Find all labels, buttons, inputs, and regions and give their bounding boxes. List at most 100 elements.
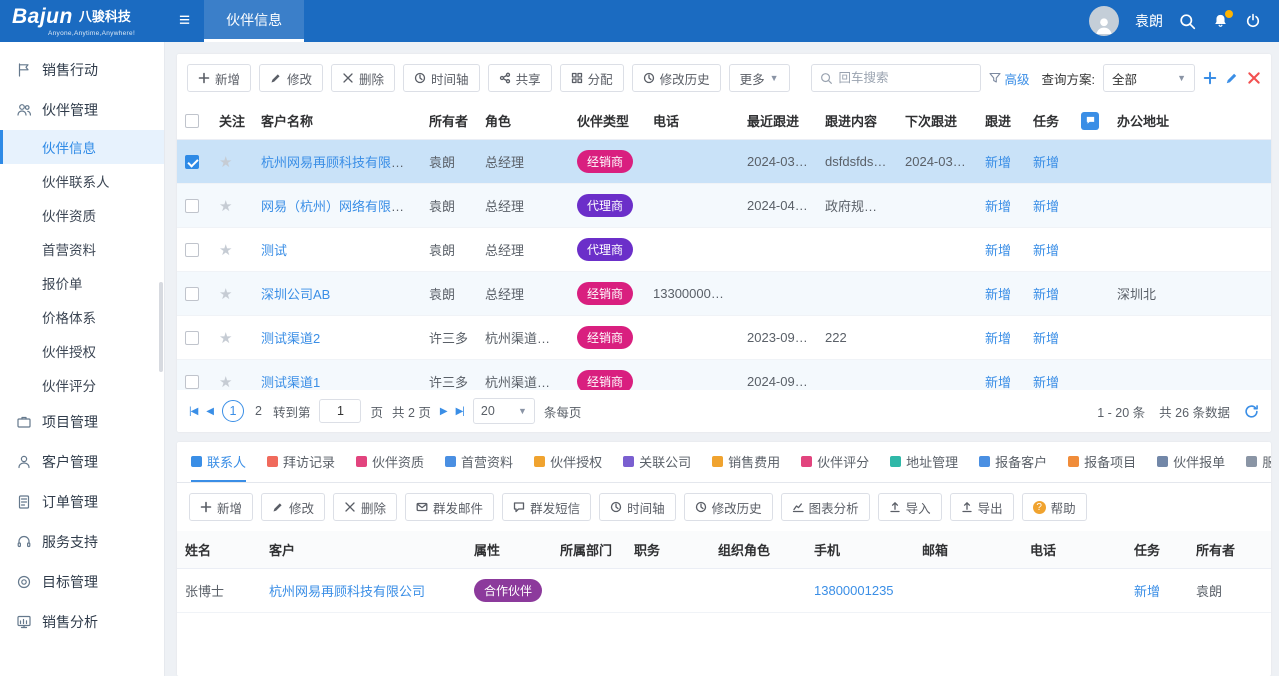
detail-tab-reported-projects[interactable]: 报备项目 (1068, 452, 1136, 482)
row-checkbox[interactable] (185, 375, 199, 389)
table-row[interactable]: ★ 网易（杭州）网络有限公司 袁朗 总经理 代理商 2024-04-19 政府规… (177, 184, 1271, 228)
sidebar-item-order-management[interactable]: 订单管理 (0, 482, 164, 522)
search-icon[interactable] (1179, 13, 1196, 30)
share-button[interactable]: 共享 (488, 64, 552, 92)
timeline-button[interactable]: 时间轴 (599, 493, 676, 521)
notifications-bell-icon[interactable] (1212, 13, 1229, 30)
sidebar-item-service-support[interactable]: 服务支持 (0, 522, 164, 562)
task-add-link[interactable]: 新增 (1033, 155, 1059, 170)
task-add-link[interactable]: 新增 (1033, 287, 1059, 302)
star-icon[interactable]: ★ (219, 374, 232, 391)
sidebar-item-sales-actions[interactable]: 销售行动 (0, 50, 164, 90)
star-icon[interactable]: ★ (219, 154, 232, 171)
row-checkbox[interactable] (185, 287, 199, 301)
page-number-current[interactable]: 1 (222, 400, 244, 422)
sidebar-item-goal-management[interactable]: 目标管理 (0, 562, 164, 602)
table-row[interactable]: ★ 深圳公司AB 袁朗 总经理 经销商 13300000002 新增 新增 (177, 272, 1271, 316)
follow-add-link[interactable]: 新增 (985, 331, 1011, 346)
follow-add-link[interactable]: 新增 (985, 155, 1011, 170)
detail-tab-contacts[interactable]: 联系人 (191, 452, 246, 482)
table-row[interactable]: 张博士 杭州网易再顾科技有限公司 合作伙伴 13800001235 新增 袁朗 (177, 569, 1271, 613)
task-add-link[interactable]: 新增 (1033, 331, 1059, 346)
menu-toggle-icon[interactable]: ≡ (165, 0, 204, 42)
sidebar-item-partner-info[interactable]: 伙伴信息 (0, 130, 164, 164)
task-add-link[interactable]: 新增 (1134, 584, 1160, 599)
star-icon[interactable]: ★ (219, 198, 232, 215)
sidebar-item-partner-contacts[interactable]: 伙伴联系人 (0, 164, 164, 198)
sidebar-item-partner-management[interactable]: 伙伴管理 (0, 90, 164, 130)
follow-add-link[interactable]: 新增 (985, 243, 1011, 258)
row-checkbox[interactable] (185, 331, 199, 345)
sidebar-item-first-run-docs[interactable]: 首营资料 (0, 232, 164, 266)
sidebar-item-partner-authorization[interactable]: 伙伴授权 (0, 334, 164, 368)
add-button[interactable]: 新增 (187, 64, 251, 92)
sidebar-item-price-system[interactable]: 价格体系 (0, 300, 164, 334)
page-number[interactable]: 2 (253, 404, 264, 418)
customer-name-link[interactable]: 深圳公司AB (261, 287, 330, 302)
delete-button[interactable]: 删除 (333, 493, 397, 521)
mobile-link[interactable]: 13800001235 (814, 583, 894, 598)
sidebar-item-partner-qualification[interactable]: 伙伴资质 (0, 198, 164, 232)
detail-tab-address-management[interactable]: 地址管理 (890, 452, 958, 482)
follow-add-link[interactable]: 新增 (985, 287, 1011, 302)
table-row[interactable]: ★ 杭州网易再顾科技有限公司 袁朗 总经理 经销商 2024-03-15 dsf… (177, 140, 1271, 184)
chart-analysis-button[interactable]: 图表分析 (781, 493, 870, 521)
row-checkbox[interactable] (185, 155, 199, 169)
export-button[interactable]: 导出 (950, 493, 1014, 521)
detail-tab-first-run-docs[interactable]: 首营资料 (445, 452, 513, 482)
follow-add-link[interactable]: 新增 (985, 199, 1011, 214)
detail-tab-service-tickets[interactable]: 服务工单 (1246, 452, 1271, 482)
star-icon[interactable]: ★ (219, 242, 232, 259)
first-page-icon[interactable]: |◀ (189, 406, 197, 417)
table-row[interactable]: ★ 测试 袁朗 总经理 代理商 新增 新增 (177, 228, 1271, 272)
delete-query-plan-icon[interactable] (1247, 71, 1261, 85)
customer-name-link[interactable]: 测试渠道1 (261, 375, 320, 390)
edit-button[interactable]: 修改 (259, 64, 323, 92)
search-box[interactable] (811, 64, 981, 92)
sidebar-item-partner-score[interactable]: 伙伴评分 (0, 368, 164, 402)
customer-name-link[interactable]: 网易（杭州）网络有限公司 (261, 199, 417, 214)
row-checkbox[interactable] (185, 199, 199, 213)
next-page-icon[interactable]: ▶ (440, 406, 447, 417)
task-add-link[interactable]: 新增 (1033, 243, 1059, 258)
star-icon[interactable]: ★ (219, 330, 232, 347)
customer-name-link[interactable]: 测试渠道2 (261, 331, 320, 346)
detail-tab-partner-orders[interactable]: 伙伴报单 (1157, 452, 1225, 482)
bulk-sms-button[interactable]: 群发短信 (502, 493, 591, 521)
client-link[interactable]: 杭州网易再顾科技有限公司 (269, 584, 425, 599)
detail-tab-reported-customers[interactable]: 报备客户 (979, 452, 1047, 482)
help-button[interactable]: ? 帮助 (1022, 493, 1087, 521)
add-query-plan-icon[interactable] (1203, 71, 1217, 85)
add-button[interactable]: 新增 (189, 493, 253, 521)
sidebar-item-project-management[interactable]: 项目管理 (0, 402, 164, 442)
last-page-icon[interactable]: ▶| (456, 406, 464, 417)
sidebar-item-sales-analysis[interactable]: 销售分析 (0, 602, 164, 642)
goto-page-input[interactable] (319, 399, 361, 423)
detail-tab-sales-expenses[interactable]: 销售费用 (712, 452, 780, 482)
import-button[interactable]: 导入 (878, 493, 942, 521)
sidebar-item-quotation[interactable]: 报价单 (0, 266, 164, 300)
customer-name-link[interactable]: 杭州网易再顾科技有限公司 (261, 155, 417, 170)
task-add-link[interactable]: 新增 (1033, 375, 1059, 390)
detail-tab-partner-score[interactable]: 伙伴评分 (801, 452, 869, 482)
detail-tab-partner-qualification[interactable]: 伙伴资质 (356, 452, 424, 482)
advanced-filter[interactable]: 高级 (989, 69, 1030, 88)
star-icon[interactable]: ★ (219, 286, 232, 303)
search-input[interactable] (839, 71, 959, 85)
edit-query-plan-icon[interactable] (1225, 71, 1239, 85)
detail-tab-partner-authorization[interactable]: 伙伴授权 (534, 452, 602, 482)
sidebar-scrollbar[interactable] (159, 282, 163, 372)
follow-add-link[interactable]: 新增 (985, 375, 1011, 390)
table-row[interactable]: ★ 测试渠道2 许三多 杭州渠道经理 经销商 2023-09-21 222 新增… (177, 316, 1271, 360)
query-plan-select[interactable]: 全部 ▼ (1103, 64, 1195, 92)
more-button[interactable]: 更多 ▼ (729, 64, 790, 92)
history-button[interactable]: 修改历史 (632, 64, 721, 92)
detail-tab-related-companies[interactable]: 关联公司 (623, 452, 691, 482)
header-tab-partner-info[interactable]: 伙伴信息 (204, 0, 304, 42)
assign-button[interactable]: 分配 (560, 64, 624, 92)
prev-page-icon[interactable]: ◀ (206, 406, 213, 417)
task-add-link[interactable]: 新增 (1033, 199, 1059, 214)
logout-power-icon[interactable] (1245, 13, 1261, 29)
select-all-checkbox[interactable] (185, 114, 199, 128)
sidebar-item-customer-management[interactable]: 客户管理 (0, 442, 164, 482)
